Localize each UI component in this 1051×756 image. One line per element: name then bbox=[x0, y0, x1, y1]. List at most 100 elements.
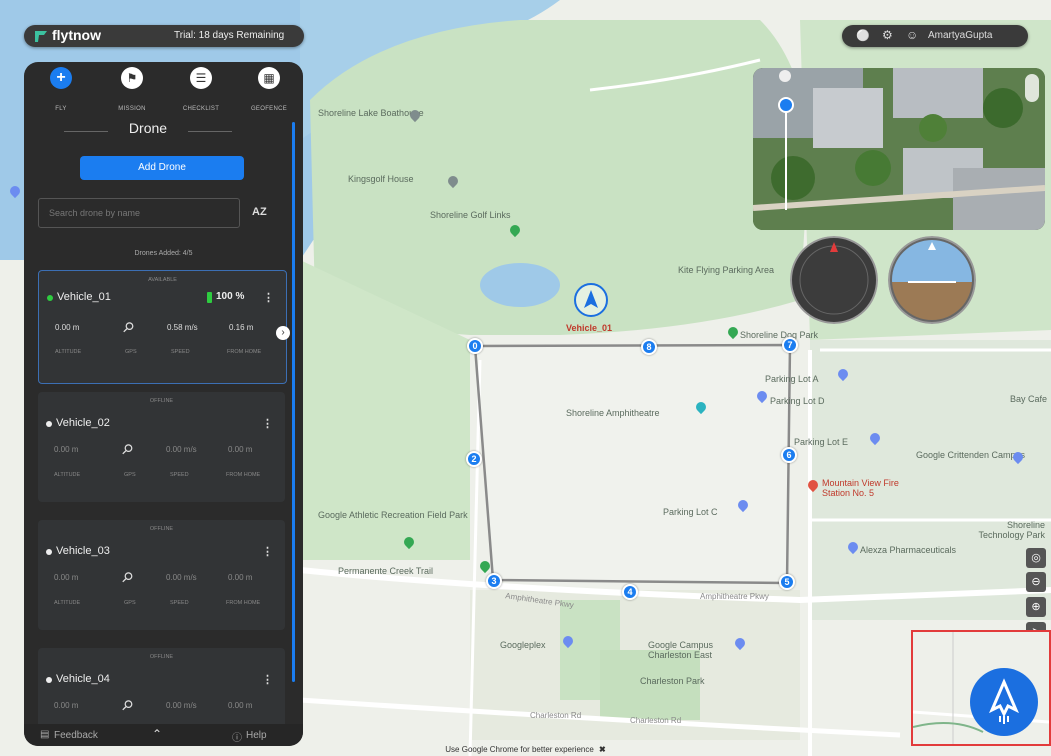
map-label-amphitheatre: Shoreline Amphitheatre bbox=[566, 408, 660, 418]
gps-label: GPS bbox=[124, 600, 136, 606]
map-label-charleston-rd: Charleston Rd bbox=[530, 711, 582, 720]
panel-scrollbar[interactable] bbox=[292, 122, 295, 682]
expand-arrow-icon[interactable]: › bbox=[276, 326, 290, 340]
map-label-charleston-east: Google Campus Charleston East bbox=[648, 640, 714, 660]
vehicle-name: Vehicle_02 bbox=[56, 417, 110, 429]
vehicle-status: OFFLINE bbox=[149, 654, 174, 660]
waypoint-marker[interactable]: 5 bbox=[779, 574, 795, 590]
vehicle-card[interactable]: OFFLINE Vehicle_04 ⋮ 0.00 m ⚲ 0.00 m/s 0… bbox=[38, 648, 285, 728]
map-label-golf-house: Kingsgolf House bbox=[348, 174, 414, 184]
close-notice-icon[interactable]: ✖ bbox=[599, 745, 606, 754]
map-label-lot-d: Parking Lot D bbox=[770, 396, 825, 406]
waypoint-marker[interactable]: 4 bbox=[622, 584, 638, 600]
drone-marker-icon[interactable] bbox=[574, 283, 608, 317]
vehicle-menu-icon[interactable]: ⋮ bbox=[263, 291, 274, 304]
waypoint-marker[interactable]: 7 bbox=[782, 337, 798, 353]
map-label-amphitheatre-pkwy-2: Amphitheatre Pkwy bbox=[700, 592, 769, 601]
settings-gear-icon[interactable]: ⚙ bbox=[882, 28, 893, 42]
feedback-icon[interactable]: ▤ bbox=[40, 729, 49, 740]
waypoint-marker[interactable]: 0 bbox=[467, 338, 483, 354]
search-placeholder: Search drone by name bbox=[49, 208, 141, 218]
sort-az-button[interactable]: AZ bbox=[252, 206, 267, 218]
camera-icon[interactable] bbox=[779, 70, 791, 82]
nav-mission-flag-icon[interactable]: ⚑ bbox=[121, 67, 143, 89]
map-label-lake: Shoreline Lake Boathouse bbox=[318, 108, 424, 118]
map-label-alexza: Alexza Pharmaceuticals bbox=[860, 545, 957, 555]
gps-satellite-icon: ⚲ bbox=[118, 695, 137, 715]
map-label-permanente: Permanente Creek Trail bbox=[338, 566, 434, 576]
feedback-link[interactable]: Feedback bbox=[54, 730, 98, 741]
waypoint-marker[interactable]: 2 bbox=[466, 451, 482, 467]
launch-mission-button[interactable] bbox=[970, 668, 1038, 736]
notification-bell-icon[interactable]: ⚪ bbox=[856, 29, 870, 42]
nav-geofence-grid-icon[interactable]: ▦ bbox=[258, 67, 280, 89]
home-distance-value: 0.00 m bbox=[228, 701, 253, 710]
vehicle-menu-icon[interactable]: ⋮ bbox=[262, 545, 273, 558]
nav-checklist-icon[interactable]: ☰ bbox=[190, 67, 212, 89]
nav-label-checklist[interactable]: CHECKLIST bbox=[171, 106, 231, 112]
map-label-charleston-park: Charleston Park bbox=[640, 676, 705, 686]
user-name[interactable]: AmartyaGupta bbox=[928, 30, 992, 41]
zoom-out-icon[interactable]: ⊖ bbox=[1026, 572, 1046, 592]
gps-satellite-icon: ⚲ bbox=[118, 567, 137, 587]
camera-feed[interactable] bbox=[753, 68, 1045, 230]
divider bbox=[64, 131, 108, 132]
drone-marker-label: Vehicle_01 bbox=[566, 323, 613, 333]
zoom-in-icon[interactable]: ⊕ bbox=[1026, 597, 1046, 617]
map-label-googleplex: Googleplex bbox=[500, 640, 546, 650]
waypoint-marker[interactable]: 6 bbox=[781, 447, 797, 463]
waypoint-marker[interactable]: 8 bbox=[641, 339, 657, 355]
vehicle-card[interactable]: AVAILABLE Vehicle_01 100 % ⋮ 0.00 m ⚲ 0.… bbox=[38, 270, 287, 384]
panel-title: Drone bbox=[128, 120, 168, 136]
gimbal-slider-handle[interactable] bbox=[778, 97, 794, 113]
brand-bar: flytnow Trial: 18 days Remaining bbox=[24, 25, 304, 47]
vehicle-name: Vehicle_03 bbox=[56, 545, 110, 557]
altitude-label: ALTITUDE bbox=[55, 349, 82, 355]
speed-value: 0.58 m/s bbox=[167, 323, 198, 332]
waypoint-marker[interactable]: 3 bbox=[486, 573, 502, 589]
divider bbox=[188, 131, 232, 132]
battery-icon bbox=[207, 292, 212, 303]
nav-fly-plus-icon[interactable]: + bbox=[50, 67, 72, 89]
nav-label-geofence[interactable]: GEOFENCE bbox=[239, 106, 299, 112]
vehicle-menu-icon[interactable]: ⋮ bbox=[262, 417, 273, 430]
home-label: FROM HOME bbox=[227, 349, 262, 355]
compass-gauge-icon bbox=[790, 236, 878, 324]
gps-label: GPS bbox=[124, 472, 136, 478]
map-label-fire: Mountain View Fire Station No. 5 bbox=[822, 478, 899, 498]
gimbal-slider-track[interactable] bbox=[785, 100, 787, 210]
altitude-label: ALTITUDE bbox=[54, 472, 81, 478]
home-label: FROM HOME bbox=[226, 472, 261, 478]
camera-share-icon[interactable] bbox=[1025, 74, 1039, 102]
vehicle-status: OFFLINE bbox=[149, 398, 174, 404]
map-label-lot-a: Parking Lot A bbox=[765, 374, 819, 384]
altitude-value: 0.00 m bbox=[54, 701, 79, 710]
drone-search-input[interactable]: Search drone by name bbox=[38, 198, 240, 228]
gps-satellite-icon: ⚲ bbox=[119, 317, 138, 337]
map-label-golf: Shoreline Golf Links bbox=[430, 210, 511, 220]
map-label-kite: Kite Flying Parking Area bbox=[678, 265, 775, 275]
gps-label: GPS bbox=[125, 349, 137, 355]
help-icon[interactable]: ⓘ bbox=[232, 729, 242, 744]
zoom-control-icon[interactable]: ◎ bbox=[1026, 548, 1046, 568]
gps-satellite-icon: ⚲ bbox=[118, 439, 137, 459]
user-avatar-icon[interactable]: ☺ bbox=[906, 28, 918, 42]
vehicle-card[interactable]: OFFLINE Vehicle_02 ⋮ 0.00 m ⚲ 0.00 m/s 0… bbox=[38, 392, 285, 502]
vehicle-status: OFFLINE bbox=[149, 526, 174, 532]
nav-label-mission[interactable]: MISSION bbox=[102, 106, 162, 112]
map-label-tech-park: Shoreline Technology Park bbox=[978, 520, 1045, 540]
map-label-lot-c: Parking Lot C bbox=[663, 507, 718, 517]
help-link[interactable]: Help bbox=[246, 730, 267, 741]
vehicle-menu-icon[interactable]: ⋮ bbox=[262, 673, 273, 686]
vehicle-card[interactable]: OFFLINE Vehicle_03 ⋮ 0.00 m ⚲ 0.00 m/s 0… bbox=[38, 520, 285, 630]
map-label-crittenden: Google Crittenden Campus bbox=[916, 450, 1026, 460]
home-label: FROM HOME bbox=[226, 600, 261, 606]
app-stage: Shoreline Lake Boathouse Kingsgolf House… bbox=[0, 0, 1051, 756]
collapse-chevron-up-icon[interactable]: ⌃ bbox=[152, 727, 162, 741]
speed-value: 0.00 m/s bbox=[166, 445, 197, 454]
add-drone-button[interactable]: Add Drone bbox=[80, 156, 244, 180]
drone-panel: + ⚑ ☰ ▦ FLY MISSION CHECKLIST GEOFENCE D… bbox=[24, 62, 303, 746]
nav-label-fly[interactable]: FLY bbox=[31, 106, 91, 112]
home-distance-value: 0.16 m bbox=[229, 323, 254, 332]
home-distance-value: 0.00 m bbox=[228, 445, 253, 454]
